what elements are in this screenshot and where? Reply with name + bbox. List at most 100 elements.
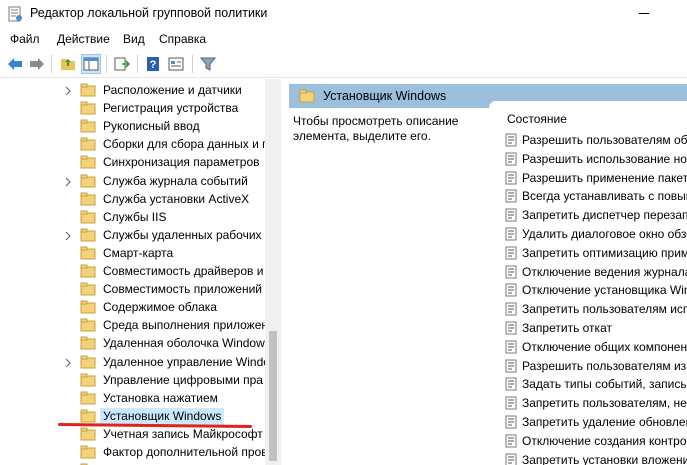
policy-setting-icon — [505, 415, 518, 429]
policy-setting-icon — [505, 321, 518, 335]
tree-item[interactable]: Удаленное управление Windo — [0, 353, 270, 371]
setting-row[interactable]: Запретить пользователям исп — [505, 300, 687, 318]
policy-setting-icon — [505, 189, 518, 203]
forward-button[interactable] — [27, 54, 47, 74]
tree-item[interactable]: Службы удаленных рабочих — [0, 226, 265, 244]
tree-item[interactable]: Смарт-карта — [0, 244, 265, 262]
tree-item[interactable]: Управление цифровыми пра — [0, 371, 265, 389]
show-hide-tree-button[interactable] — [81, 54, 101, 74]
setting-row[interactable]: Отключение ведения журнала — [505, 263, 687, 281]
description-text: Чтобы просмотреть описание элемента, выд… — [293, 114, 459, 143]
tree-item-label: Сборки для сбора данных и г — [103, 137, 267, 152]
tree-item[interactable]: Регистрация устройства — [0, 99, 265, 117]
tree-item[interactable]: Фактор дополнительной пров — [0, 443, 268, 461]
tree-item[interactable]: Установка нажатием — [0, 389, 265, 407]
filter-button[interactable] — [198, 54, 218, 74]
tree-item-label: Рукописный ввод — [103, 119, 200, 134]
policy-setting-icon — [505, 265, 518, 279]
setting-row[interactable]: Всегда устанавливать с повыш — [505, 187, 687, 205]
setting-label: Отключение установщика Win — [522, 283, 687, 298]
setting-row[interactable]: Запретить откат — [505, 319, 687, 337]
policy-setting-icon — [505, 340, 518, 354]
help-button[interactable]: ? — [143, 54, 163, 74]
menu-action[interactable]: Действие — [57, 32, 110, 46]
tree-item[interactable]: Среда выполнения приложен — [0, 316, 269, 334]
tree-item[interactable]: Совместимость драйверов и — [0, 262, 265, 280]
policy-setting-icon — [505, 152, 518, 166]
details-title: Установщик Windows — [323, 89, 447, 103]
setting-label: Задать типы событий, записы — [522, 377, 687, 392]
setting-row[interactable]: Запретить удаление обновлен — [505, 413, 687, 431]
setting-row[interactable]: Разрешить использование но — [505, 150, 687, 168]
tree-item[interactable]: Расположение и датчики — [0, 81, 265, 99]
folder-icon — [80, 264, 96, 278]
folder-icon — [80, 228, 96, 242]
toolbar-separator — [137, 55, 138, 73]
tree-item[interactable]: Рукописный ввод — [0, 117, 265, 135]
back-button[interactable] — [5, 54, 25, 74]
export-list-button[interactable] — [112, 54, 132, 74]
folder-icon — [299, 89, 315, 103]
setting-row[interactable]: Отключение общих компонен — [505, 338, 687, 356]
setting-row[interactable]: Удалить диалоговое окно обзо — [505, 225, 687, 243]
svg-text:?: ? — [150, 59, 157, 71]
tree-item[interactable]: Удаленная оболочка Window — [0, 334, 265, 352]
filter-icon — [200, 57, 216, 71]
minimize-button[interactable] — [627, 0, 673, 28]
chevron-right-icon[interactable] — [64, 230, 72, 241]
setting-row[interactable]: Отключение создания контро — [505, 432, 687, 450]
setting-row[interactable]: Разрешить применение пакет — [505, 169, 687, 187]
tree-item[interactable]: Синхронизация параметров — [0, 153, 265, 171]
tree-item[interactable]: Управление Windows — [0, 461, 265, 465]
setting-label: Отключение создания контро — [522, 433, 687, 448]
tree-item-label: Учетная запись Майкрософт — [103, 426, 263, 441]
details-pane: Установщик Windows Чтобы просмотреть опи… — [283, 79, 687, 465]
tree-item-label: Совместимость драйверов и — [103, 264, 264, 278]
tree-item[interactable]: Службы IIS — [0, 208, 265, 226]
setting-row[interactable]: Разрешить пользователям изм — [505, 357, 687, 375]
tree-scrollbar-thumb[interactable] — [269, 331, 277, 461]
column-header-state[interactable]: Состояние — [507, 112, 567, 126]
tree-item[interactable]: Сборки для сбора данных и г — [0, 135, 267, 153]
menu-view[interactable]: Вид — [123, 32, 145, 46]
chevron-right-icon[interactable] — [64, 85, 72, 96]
setting-row[interactable]: Разрешить пользователям обзо — [505, 131, 687, 149]
setting-row[interactable]: Отключение установщика Win — [505, 281, 687, 299]
policy-setting-icon — [505, 283, 518, 297]
tree-item-label: Службы IIS — [103, 209, 167, 224]
setting-row[interactable]: Запретить пользователям, не — [505, 394, 687, 412]
chevron-right-icon[interactable] — [64, 176, 72, 186]
chevron-right-icon[interactable] — [64, 357, 72, 367]
folder-icon — [80, 155, 96, 169]
setting-label: Разрешить использование но — [522, 151, 687, 166]
policy-setting-icon — [505, 453, 518, 465]
setting-row[interactable]: Запретить установки вложени — [505, 451, 687, 465]
window-title: Редактор локальной групповой политики — [30, 6, 268, 20]
tree-item-label: Совместимость приложений — [103, 282, 262, 297]
setting-label: Запретить установки вложени — [522, 452, 687, 465]
setting-label: Отключение ведения журнала — [522, 264, 687, 279]
tree-item[interactable]: Совместимость приложений — [0, 280, 265, 298]
folder-icon — [80, 336, 96, 350]
policy-setting-icon — [505, 377, 518, 391]
tree-scrollbar[interactable] — [265, 79, 281, 465]
setting-label: Отключение общих компонен — [522, 339, 687, 354]
policy-setting-icon — [505, 208, 518, 222]
setting-row[interactable]: Задать типы событий, записы — [505, 375, 687, 393]
tree-item-label: Управление цифровыми пра — [103, 372, 263, 387]
setting-row[interactable]: Запретить диспетчер перезапу — [505, 206, 687, 224]
tree-item-label: Среда выполнения приложен — [103, 318, 269, 333]
tree-item[interactable]: Установщик Windows — [0, 407, 265, 425]
setting-label: Запретить оптимизацию прим — [522, 245, 687, 260]
up-button[interactable] — [58, 54, 78, 74]
tree-item[interactable]: Служба установки ActiveX — [0, 190, 265, 208]
tree-item-label: Служба установки ActiveX — [103, 191, 250, 206]
tree-item[interactable]: Служба журнала событий — [0, 172, 265, 190]
tree-item[interactable]: Содержимое облака — [0, 298, 265, 316]
menu-file[interactable]: Файл — [10, 32, 40, 46]
properties-icon — [168, 57, 184, 71]
properties-button[interactable] — [166, 54, 186, 74]
menu-help[interactable]: Справка — [159, 32, 206, 46]
folder-icon — [80, 300, 96, 314]
setting-row[interactable]: Запретить оптимизацию прим — [505, 244, 687, 262]
